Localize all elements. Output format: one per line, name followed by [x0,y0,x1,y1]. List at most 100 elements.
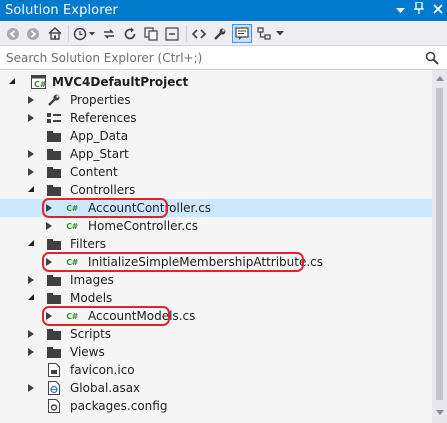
tree-item-label: App_Start [70,147,129,161]
tree-item[interactable]: Controllers [0,181,432,199]
toolbar [0,21,447,46]
folder-icon [46,183,62,197]
tree-item[interactable]: App_Start [0,145,432,163]
pin-icon[interactable] [414,1,424,19]
image-file-icon [46,363,62,377]
expanded-arrow-icon[interactable] [9,78,15,84]
tree-item-label: Filters [70,237,106,251]
tree-item[interactable]: Properties [0,91,432,109]
expanded-arrow-icon[interactable] [28,294,34,300]
folder-icon [46,345,62,359]
properties-icon[interactable] [211,24,229,43]
collapsed-arrow-icon[interactable] [46,222,52,230]
csharp-file-icon: C# [66,203,78,213]
tree-item[interactable]: Global.asax [0,379,432,397]
folder-icon [46,237,62,251]
collapsed-arrow-icon[interactable] [46,204,52,212]
tree-item-label: packages.config [70,399,168,413]
tree-item[interactable]: C# HomeController.cs [0,217,432,235]
svg-text:C#: C# [34,80,46,89]
tree-item-label: References [70,111,137,125]
tree-item-label: MVC4DefaultProject [52,75,189,89]
tree-item-label: Content [70,165,118,179]
collapsed-arrow-icon[interactable] [28,330,34,338]
history-icon[interactable] [72,24,98,43]
project-icon: C# [30,75,46,89]
preview-icon[interactable] [232,24,252,43]
config-file-icon [46,399,62,413]
title-bar: Solution Explorer [0,0,447,21]
tree-item-label: AccountModels.cs [88,309,196,323]
scroll-down-icon[interactable] [436,410,444,415]
tree-item-label: HomeController.cs [88,219,199,233]
toolbar-dropdown-icon[interactable] [274,24,286,43]
collapsed-arrow-icon[interactable] [28,96,34,104]
close-icon[interactable] [433,3,443,19]
collapsed-arrow-icon[interactable] [46,312,52,320]
tree-item-label: Scripts [70,327,112,341]
sync-icon[interactable] [100,24,118,43]
tree-item[interactable]: C# AccountModels.cs [0,307,432,325]
collapsed-arrow-icon[interactable] [28,150,34,158]
tree-item[interactable]: Models [0,289,432,307]
code-icon[interactable] [190,24,208,43]
collapse-all-icon[interactable] [163,24,181,43]
folder-icon [46,147,62,161]
forward-icon[interactable] [24,24,42,43]
collapsed-arrow-icon[interactable] [28,348,34,356]
tree-item-label: App_Data [70,129,129,143]
settings-icon[interactable] [255,24,273,43]
tree-item[interactable]: References [0,109,432,127]
folder-icon [46,291,62,305]
tree-item-label: Views [70,345,105,359]
tree-item[interactable]: C# AccountController.cs [0,199,432,217]
expanded-arrow-icon[interactable] [28,240,34,246]
collapsed-arrow-icon[interactable] [28,276,34,284]
tree-item[interactable]: packages.config [0,397,432,415]
folder-icon [46,327,62,341]
tree-item[interactable]: Images [0,271,432,289]
tree-item-label: Properties [70,93,131,107]
scroll-thumb[interactable] [436,88,443,400]
tree-item[interactable]: C# MVC4DefaultProject [0,73,432,91]
collapsed-arrow-icon[interactable] [28,168,34,176]
asax-file-icon [46,381,62,395]
tree-item[interactable]: Scripts [0,325,432,343]
folder-icon [46,273,62,287]
vertical-scrollbar[interactable] [432,70,447,423]
scroll-up-icon[interactable] [436,76,444,81]
tree-item[interactable]: Content [0,163,432,181]
search-box [0,46,447,70]
copy-icon[interactable] [142,24,160,43]
search-icon[interactable] [425,51,439,68]
folder-icon [46,165,62,179]
home-icon[interactable] [46,24,64,43]
wrench-icon [46,93,62,107]
tree-item-label: Controllers [70,183,136,197]
expanded-arrow-icon[interactable] [28,186,34,192]
back-icon[interactable] [4,24,22,43]
csharp-file-icon: C# [66,221,78,231]
refresh-icon[interactable] [121,24,139,43]
search-input[interactable] [0,46,420,69]
tree-item-label: favicon.ico [70,363,135,377]
folder-icon [46,129,62,143]
window-title: Solution Explorer [5,3,118,18]
tree-item[interactable]: App_Data [0,127,432,145]
tree-item-label: Images [70,273,114,287]
collapsed-arrow-icon[interactable] [28,114,34,122]
tree-item[interactable]: favicon.ico [0,361,432,379]
window-dropdown-icon[interactable] [396,3,405,19]
collapsed-arrow-icon[interactable] [46,258,52,266]
tree-item[interactable]: C# InitializeSimpleMembershipAttribute.cs [0,253,432,271]
collapsed-arrow-icon[interactable] [28,384,34,392]
tree-item-label: Models [70,291,113,305]
csharp-file-icon: C# [66,311,78,321]
csharp-file-icon: C# [66,257,78,267]
tree-item-label: InitializeSimpleMembershipAttribute.cs [88,255,324,269]
tree-item-label: Global.asax [70,381,141,395]
tree-item[interactable]: Views [0,343,432,361]
solution-tree: C# MVC4DefaultProject Properties References… [0,70,432,423]
tree-item[interactable]: Filters [0,235,432,253]
tree-item-label: AccountController.cs [88,201,212,215]
